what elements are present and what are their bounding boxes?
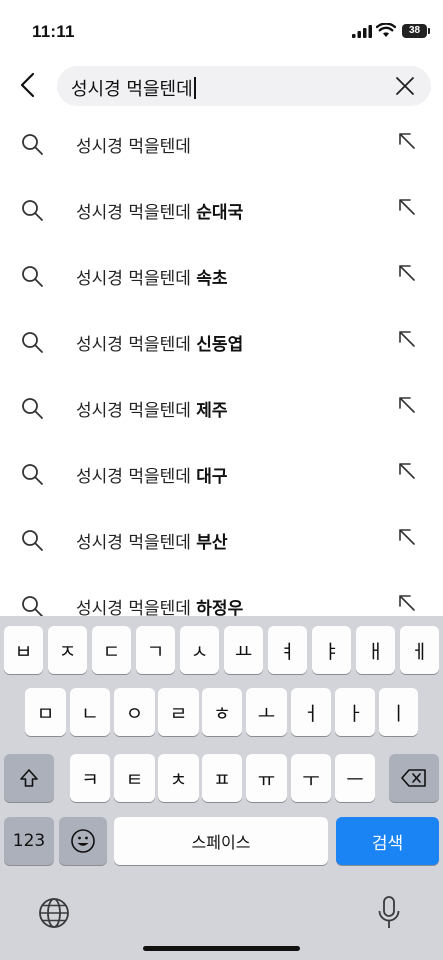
suggestion-label: 성시경 먹을텐데 하정우 [76,599,244,616]
arrow-up-left-icon[interactable] [396,130,418,152]
suggestion-label: 성시경 먹을텐데 속초 [76,269,228,289]
microphone-icon[interactable] [376,895,402,931]
key[interactable]: ㅜ [291,754,331,802]
search-icon [22,464,43,485]
suggestion-label: 성시경 먹을텐데 제주 [76,401,228,421]
key[interactable]: ㅔ [400,626,439,674]
suggestion-label: 성시경 먹을텐데 신동엽 [76,335,244,355]
search-icon [22,530,43,551]
key[interactable]: ㄴ [70,688,110,736]
suggestion-item[interactable]: 성시경 먹을텐데 속초 [0,242,443,308]
suggestion-item[interactable]: 성시경 먹을텐데 부산 [0,506,443,572]
arrow-up-left-icon[interactable] [396,262,418,284]
arrow-up-left-icon[interactable] [396,526,418,548]
key[interactable]: ㅗ [246,688,287,736]
key[interactable]: ㅡ [335,754,375,802]
key[interactable]: ㅂ [4,626,43,674]
backspace-icon [401,769,426,787]
search-icon [22,398,43,419]
key[interactable]: ㅏ [335,688,375,736]
key[interactable]: ㄷ [92,626,131,674]
key[interactable]: ㅁ [25,688,66,736]
search-icon [22,332,43,353]
key[interactable]: ㅐ [356,626,395,674]
space-key[interactable]: 스페이스 [114,817,328,865]
globe-icon[interactable] [37,896,71,930]
suggestion-label: 성시경 먹을텐데 부산 [76,533,228,553]
emoji-icon [71,829,95,853]
key[interactable]: ㄹ [158,688,199,736]
korean-keyboard: ㅂ ㅈ ㄷ ㄱ ㅅ ㅛ ㅕ ㅑ ㅐ ㅔ ㅁ ㄴ ㅇ ㄹ ㅎ ㅗ ㅓ ㅏ ㅣ ㅋ … [0,616,443,960]
key[interactable]: ㅑ [312,626,351,674]
key[interactable]: ㅊ [158,754,199,802]
key[interactable]: ㅅ [180,626,219,674]
battery-indicator: 38 [402,24,430,38]
suggestion-item[interactable]: 성시경 먹을텐데 대구 [0,440,443,506]
search-icon [22,200,43,221]
key[interactable]: ㅈ [48,626,87,674]
shift-key[interactable] [4,754,54,802]
key[interactable]: ㅕ [268,626,307,674]
key[interactable]: ㅠ [246,754,287,802]
key[interactable]: ㄱ [136,626,175,674]
key[interactable]: ㅓ [291,688,331,736]
emoji-key[interactable] [59,817,107,865]
status-time: 11:11 [32,22,75,41]
search-query[interactable]: 성시경 먹을텐데 [71,75,196,101]
suggestion-item[interactable]: 성시경 먹을텐데 하정우 [0,572,443,616]
status-bar: 11:11 38 [0,0,443,64]
search-icon [22,596,43,616]
key[interactable]: ㅌ [114,754,155,802]
suggestion-list: 성시경 먹을텐데 성시경 먹을텐데 순대국 성시경 먹을텐데 속초 성시경 먹을… [0,110,443,616]
search-icon [22,266,43,287]
key[interactable]: ㅣ [379,688,418,736]
key[interactable]: ㅋ [70,754,110,802]
arrow-up-left-icon[interactable] [396,196,418,218]
key[interactable]: ㅛ [224,626,263,674]
suggestion-item[interactable]: 성시경 먹을텐데 [0,110,443,176]
search-icon [22,134,43,155]
suggestion-label: 성시경 먹을텐데 대구 [76,467,228,487]
wifi-icon [376,23,396,37]
arrow-up-left-icon[interactable] [396,394,418,416]
text-caret [193,77,196,99]
key[interactable]: ㅇ [114,688,155,736]
suggestion-item[interactable]: 성시경 먹을텐데 제주 [0,374,443,440]
numbers-key[interactable]: 123 [4,817,54,865]
suggestion-item[interactable]: 성시경 먹을텐데 신동엽 [0,308,443,374]
home-indicator [143,946,300,951]
search-key[interactable]: 검색 [336,817,439,865]
search-input[interactable]: 성시경 먹을텐데 [57,66,431,106]
shift-icon [20,769,38,787]
close-icon[interactable] [395,76,415,96]
key[interactable]: ㅎ [202,688,242,736]
arrow-up-left-icon[interactable] [396,592,418,614]
backspace-key[interactable] [389,754,439,802]
suggestion-label: 성시경 먹을텐데 순대국 [76,203,244,223]
cellular-signal-icon [352,25,372,38]
chevron-left-icon[interactable] [14,70,44,100]
suggestion-label: 성시경 먹을텐데 [76,137,191,157]
arrow-up-left-icon[interactable] [396,328,418,350]
arrow-up-left-icon[interactable] [396,460,418,482]
suggestion-item[interactable]: 성시경 먹을텐데 순대국 [0,176,443,242]
key[interactable]: ㅍ [202,754,242,802]
